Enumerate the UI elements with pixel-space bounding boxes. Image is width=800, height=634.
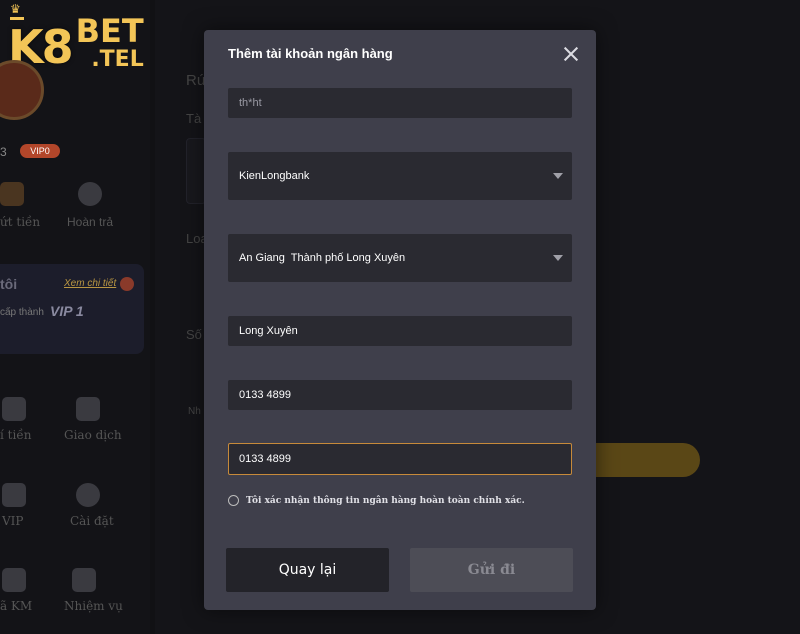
promo-details-link[interactable]: Xem chi tiết bbox=[64, 278, 116, 289]
modal-title: Thêm tài khoản ngân hàng bbox=[228, 46, 393, 61]
calendar-icon[interactable] bbox=[72, 568, 96, 592]
menu-missions[interactable]: Nhiệm vụ bbox=[64, 599, 123, 613]
withdraw-icon[interactable] bbox=[0, 182, 24, 206]
menu-wallet[interactable]: í tiền bbox=[0, 428, 31, 442]
bg-label-account: Tà bbox=[186, 111, 202, 126]
bg-account-box bbox=[186, 138, 206, 204]
confirm-row: Tôi xác nhận thông tin ngân hàng hoàn to… bbox=[228, 495, 525, 506]
bg-label-amount: Số bbox=[186, 327, 202, 342]
menu-promo-code[interactable]: ã KM bbox=[0, 599, 32, 613]
account-holder-input[interactable]: th*ht bbox=[228, 88, 572, 118]
logo-tel: .TEL bbox=[91, 47, 144, 72]
rebate-icon[interactable] bbox=[78, 182, 102, 206]
close-icon[interactable] bbox=[562, 45, 580, 63]
vip-icon[interactable] bbox=[2, 483, 26, 507]
submit-button[interactable]: Gửi đi bbox=[410, 548, 573, 592]
bg-submit-button bbox=[594, 443, 700, 477]
vip-badge: VIP0 bbox=[20, 144, 60, 158]
back-button[interactable]: Quay lại bbox=[226, 548, 389, 592]
account-number-input[interactable]: 0133 4899 bbox=[228, 380, 572, 410]
settings-icon[interactable] bbox=[76, 483, 100, 507]
promo-title: tôi bbox=[0, 276, 18, 292]
transaction-icon[interactable] bbox=[76, 397, 100, 421]
promo-vip-level: VIP 1 bbox=[50, 303, 84, 319]
caret-down-icon bbox=[553, 173, 563, 179]
menu-transactions[interactable]: Giao dịch bbox=[64, 428, 122, 442]
menu-vip[interactable]: VIP bbox=[2, 514, 23, 528]
bank-select-value: KienLongbank bbox=[239, 170, 310, 182]
wallet-icon[interactable] bbox=[2, 397, 26, 421]
promo-subtitle: cấp thành bbox=[0, 307, 44, 318]
logo-bet: BET bbox=[75, 12, 144, 50]
user-id: 3 bbox=[0, 145, 7, 159]
quick-action-rebate[interactable]: Hoàn trả bbox=[67, 215, 113, 229]
gift-icon bbox=[120, 277, 134, 291]
bank-select[interactable]: KienLongbank bbox=[228, 152, 572, 200]
bg-page-title: Rú bbox=[186, 72, 206, 89]
province-select[interactable]: An Giang Thành phố Long Xuyên bbox=[228, 234, 572, 282]
confirm-account-number-input[interactable]: 0133 4899 bbox=[228, 443, 572, 475]
crown-icon bbox=[10, 2, 24, 20]
add-bank-account-modal: Thêm tài khoản ngân hàng th*ht KienLongb… bbox=[204, 30, 596, 610]
confirm-radio[interactable] bbox=[228, 495, 239, 506]
quick-action-withdraw[interactable]: ứt tiền bbox=[0, 215, 40, 229]
bg-note: Nh bbox=[188, 406, 201, 417]
province-select-value: An Giang Thành phố Long Xuyên bbox=[239, 252, 406, 264]
promo-code-icon[interactable] bbox=[2, 568, 26, 592]
branch-input[interactable]: Long Xuyên bbox=[228, 316, 572, 346]
caret-down-icon bbox=[553, 255, 563, 261]
menu-settings[interactable]: Cài đặt bbox=[70, 514, 114, 528]
confirm-label[interactable]: Tôi xác nhận thông tin ngân hàng hoàn to… bbox=[246, 496, 525, 506]
